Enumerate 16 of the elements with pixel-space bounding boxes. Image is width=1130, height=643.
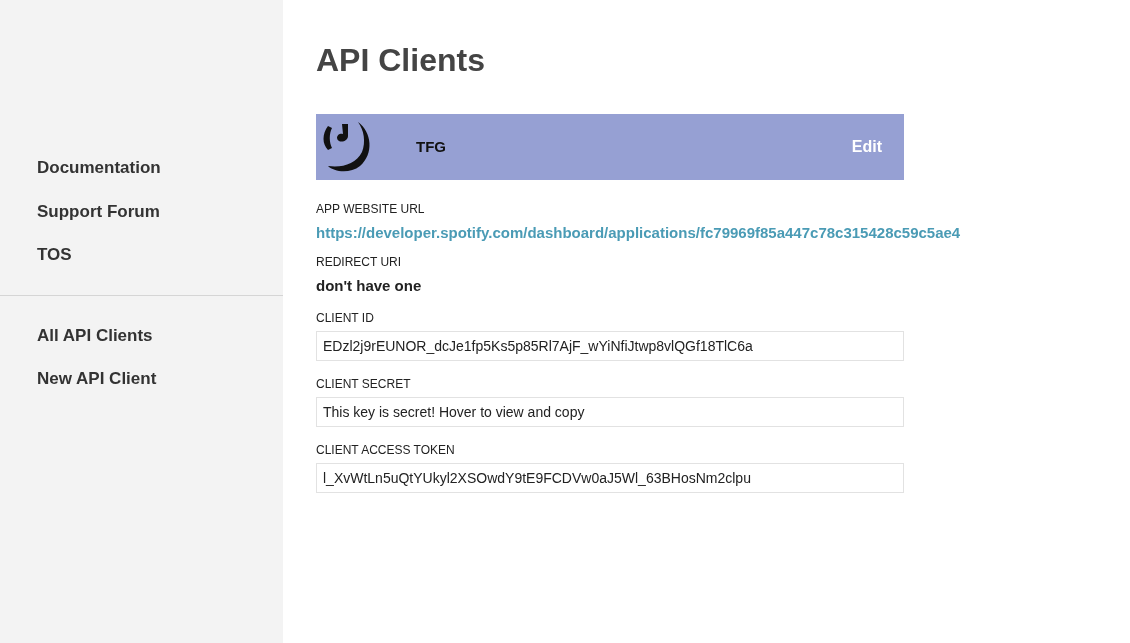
field-label: CLIENT SECRET	[316, 376, 412, 393]
sidebar-link[interactable]: Support Forum	[0, 189, 283, 233]
field-label: REDIRECT URI	[316, 253, 403, 271]
field-label: APP WEBSITE URL	[316, 201, 426, 218]
sidebar-link[interactable]: New API Client	[0, 357, 283, 401]
input-field[interactable]: This key is secret! Hover to view and copy	[316, 397, 904, 427]
field-label: CLIENT ACCESS TOKEN	[316, 442, 456, 459]
sidebar-link[interactable]: TOS	[0, 233, 283, 277]
app-name: TFG	[416, 136, 446, 157]
input-field[interactable]: l_XvWtLn5uQtYUkyl2XSOwdY9tE9FCDVw0aJ5Wl_63BHosNm2clpu	[316, 463, 904, 493]
sidebar-link[interactable]: Documentation	[0, 146, 283, 190]
field-label: CLIENT ID	[316, 310, 375, 327]
input-field[interactable]: EDzl2j9rEUNOR_dcJe1fp5Ks5p85Rl7AjF_wYiNfiJtwp8vlQGf18TlC6a	[316, 331, 904, 361]
sidebar-link[interactable]: All API Clients	[0, 313, 283, 357]
page-title: API Clients	[316, 41, 486, 80]
redirect-uri-value: don't have one	[316, 275, 423, 296]
